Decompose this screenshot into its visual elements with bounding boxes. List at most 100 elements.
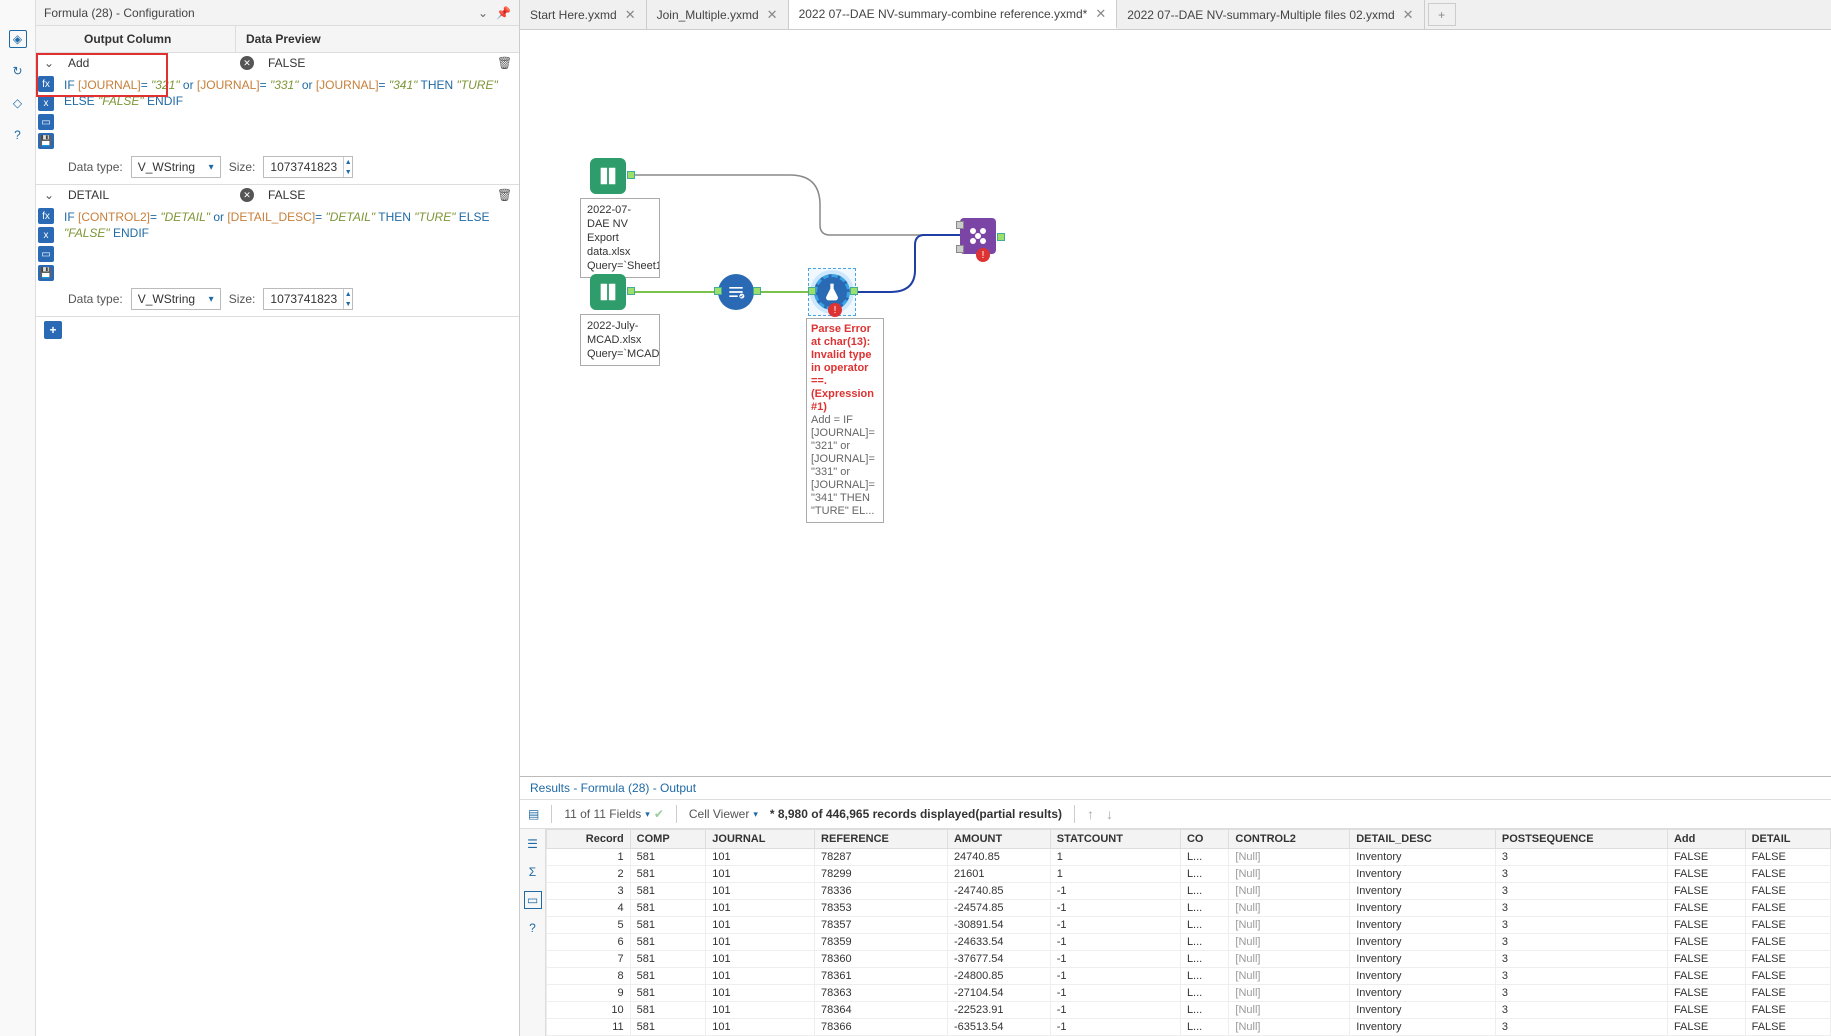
output-anchor[interactable]	[627, 171, 635, 179]
config-icon[interactable]: ◈	[9, 30, 27, 48]
config-title: Formula (28) - Configuration	[44, 6, 195, 20]
delete-icon[interactable]: 🗑	[497, 56, 511, 70]
sigma-view-icon[interactable]: Σ	[524, 863, 542, 881]
column-header[interactable]: POSTSEQUENCE	[1495, 830, 1667, 849]
column-header[interactable]: DETAIL_DESC	[1350, 830, 1496, 849]
table-row[interactable]: 958110178363-27104.54-1L...[Null]Invento…	[547, 985, 1831, 1002]
data-type-select[interactable]: V_WString▾	[131, 156, 221, 178]
input-anchor[interactable]	[956, 245, 964, 253]
error-indicator-icon[interactable]: !	[976, 248, 990, 262]
formula-sidebar-button[interactable]: fx	[38, 76, 54, 92]
table-row[interactable]: 658110178359-24633.54-1L...[Null]Invento…	[547, 934, 1831, 951]
error-indicator-icon[interactable]: !	[828, 303, 842, 317]
table-row[interactable]: 858110178361-24800.85-1L...[Null]Invento…	[547, 968, 1831, 985]
expand-icon[interactable]: ⌄	[44, 188, 58, 202]
formula-sidebar-button[interactable]: 💾	[38, 133, 54, 149]
table-row[interactable]: 15811017828724740.851L...[Null]Inventory…	[547, 849, 1831, 866]
output-anchor[interactable]	[850, 287, 858, 295]
results-view-rail: ☰ Σ ▭ ?	[520, 829, 546, 1036]
size-label: Size:	[229, 292, 256, 306]
column-header[interactable]: DETAIL	[1745, 830, 1830, 849]
formula-sidebar-button[interactable]: x	[38, 95, 54, 111]
output-column-name[interactable]: Add	[64, 56, 234, 70]
prev-arrow-icon[interactable]: ↑	[1087, 806, 1094, 822]
formula-expression-editor[interactable]: IF [JOURNAL]= "321" or [JOURNAL]= "331" …	[56, 73, 519, 152]
workflow-tab[interactable]: 2022 07--DAE NV-summary-Multiple files 0…	[1117, 0, 1424, 29]
select-tool[interactable]	[718, 274, 754, 310]
close-icon[interactable]: ✕	[1095, 6, 1106, 22]
output-anchor[interactable]	[997, 233, 1005, 241]
table-row[interactable]: 258110178299216011L...[Null]Inventory3FA…	[547, 866, 1831, 883]
column-header[interactable]: CO	[1180, 830, 1228, 849]
column-header[interactable]: AMOUNT	[947, 830, 1050, 849]
workflow-canvas[interactable]: 2022-07-DAE NV Export data.xlsx Query=`S…	[520, 30, 1831, 776]
next-arrow-icon[interactable]: ↓	[1106, 806, 1113, 822]
close-icon[interactable]: ✕	[625, 7, 636, 23]
size-label: Size:	[229, 160, 256, 174]
column-header[interactable]: CONTROL2	[1229, 830, 1350, 849]
table-row[interactable]: 558110178357-30891.54-1L...[Null]Invento…	[547, 917, 1831, 934]
formula-sidebar-button[interactable]: ▭	[38, 114, 54, 130]
column-header[interactable]: Add	[1667, 830, 1745, 849]
size-input[interactable]: 1073741823▲▼	[263, 288, 353, 310]
workflow-tabs: Start Here.yxmd✕Join_Multiple.yxmd✕2022 …	[520, 0, 1831, 30]
results-title: Results - Formula (28) - Output	[520, 777, 1831, 799]
size-input[interactable]: 1073741823▲▼	[263, 156, 353, 178]
input-tool-1[interactable]	[590, 158, 626, 194]
table-row[interactable]: 758110178360-37677.54-1L...[Null]Invento…	[547, 951, 1831, 968]
formula-sidebar-button[interactable]: 💾	[38, 265, 54, 281]
preview-value: FALSE	[260, 188, 491, 202]
column-header[interactable]: JOURNAL	[706, 830, 815, 849]
expand-icon[interactable]: ⌄	[44, 56, 58, 70]
messages-view-icon[interactable]: ☰	[524, 835, 542, 853]
workflow-tab[interactable]: Join_Multiple.yxmd✕	[647, 0, 789, 29]
refresh-icon[interactable]: ↻	[9, 62, 27, 80]
preview-value: FALSE	[260, 56, 491, 70]
input-anchor[interactable]	[714, 287, 722, 295]
config-column-header: Output Column Data Preview	[36, 26, 519, 53]
formula-sidebar-button[interactable]: ▭	[38, 246, 54, 262]
column-header[interactable]: STATCOUNT	[1050, 830, 1180, 849]
table-row[interactable]: 1058110178364-22523.91-1L...[Null]Invent…	[547, 1002, 1831, 1019]
pin-icon[interactable]: 📌	[496, 6, 511, 20]
workflow-tab[interactable]: 2022 07--DAE NV-summary-combine referenc…	[789, 0, 1118, 29]
record-count: * 8,980 of 446,965 records displayed(par…	[770, 807, 1062, 821]
data-type-select[interactable]: V_WString▾	[131, 288, 221, 310]
column-header[interactable]: REFERENCE	[815, 830, 948, 849]
table-view-icon[interactable]: ▭	[524, 891, 542, 909]
input-tool-2[interactable]	[590, 274, 626, 310]
clear-icon[interactable]: ✕	[240, 56, 254, 70]
layout-icon[interactable]: ▤	[528, 807, 539, 821]
column-header[interactable]: Record	[547, 830, 631, 849]
close-icon[interactable]: ✕	[1403, 7, 1414, 23]
formula-sidebar-button[interactable]: fx	[38, 208, 54, 224]
delete-icon[interactable]: 🗑	[497, 188, 511, 202]
help-icon[interactable]: ?	[9, 126, 27, 144]
cell-viewer-dropdown[interactable]: Cell Viewer ▾	[689, 807, 758, 821]
help-view-icon[interactable]: ?	[524, 919, 542, 937]
formula-sidebar-button[interactable]: x	[38, 227, 54, 243]
output-anchor[interactable]	[753, 287, 761, 295]
data-type-label: Data type:	[68, 292, 123, 306]
table-row[interactable]: 458110178353-24574.85-1L...[Null]Invento…	[547, 900, 1831, 917]
clear-icon[interactable]: ✕	[240, 188, 254, 202]
fields-dropdown[interactable]: 11 of 11 Fields ▾ ✔	[564, 807, 664, 821]
output-anchor[interactable]	[627, 287, 635, 295]
output-column-header: Output Column	[36, 26, 236, 52]
input-1-label: 2022-07-DAE NV Export data.xlsx Query=`S…	[580, 198, 660, 278]
results-table[interactable]: RecordCOMPJOURNALREFERENCEAMOUNTSTATCOUN…	[546, 829, 1831, 1036]
formula-expression-editor[interactable]: IF [CONTROL2]= "DETAIL" or [DETAIL_DESC]…	[56, 205, 519, 284]
input-anchor[interactable]	[956, 221, 964, 229]
new-tab-button[interactable]: +	[1428, 3, 1456, 26]
output-column-name[interactable]: DETAIL	[64, 188, 234, 202]
tag-icon[interactable]: ◇	[9, 94, 27, 112]
config-title-bar: Formula (28) - Configuration ⌄ 📌	[36, 0, 519, 26]
input-anchor[interactable]	[808, 287, 816, 295]
table-row[interactable]: 1158110178366-63513.54-1L...[Null]Invent…	[547, 1019, 1831, 1036]
table-row[interactable]: 358110178336-24740.85-1L...[Null]Invento…	[547, 883, 1831, 900]
workflow-tab[interactable]: Start Here.yxmd✕	[520, 0, 647, 29]
column-header[interactable]: COMP	[630, 830, 706, 849]
close-icon[interactable]: ✕	[767, 7, 778, 23]
add-formula-button[interactable]: +	[44, 321, 62, 339]
collapse-icon[interactable]: ⌄	[478, 6, 488, 20]
